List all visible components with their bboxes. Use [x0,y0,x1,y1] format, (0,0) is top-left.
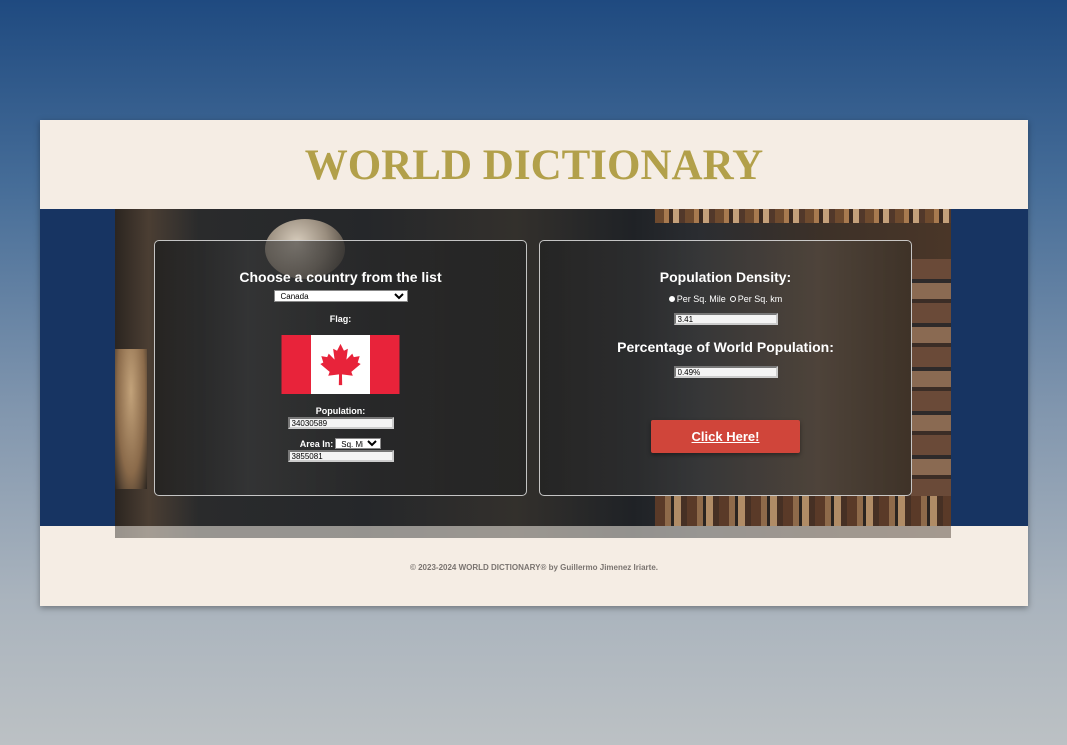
country-select[interactable]: Canada [273,290,408,302]
density-field[interactable] [673,313,778,325]
percentage-heading: Percentage of World Population: [617,339,834,355]
density-heading: Population Density: [659,269,792,285]
radio-checked-icon [668,296,675,302]
bust-decoration [115,349,147,489]
copyright-text: © 2023-2024 WORLD DICTIONARY® by Guiller… [409,563,658,572]
light-strip [115,526,951,538]
books-decoration-bottom [655,496,951,526]
radio-per-sq-mile-label: Per Sq. Mile [676,294,726,304]
content-band: Choose a country from the list Canada Fl… [40,209,1028,538]
area-label: Area In: [299,438,334,449]
population-label: Population: [315,406,366,416]
flag-label: Flag: [329,314,352,324]
radio-per-sq-km-label: Per Sq. km [737,294,783,304]
radio-unchecked-icon [729,296,736,302]
canada-flag-icon [281,335,400,394]
country-panel: Choose a country from the list Canada Fl… [154,240,527,496]
density-unit-radios: Per Sq. Mile Per Sq. km [540,294,911,304]
stats-panel: Population Density: Per Sq. Mile Per Sq.… [539,240,912,496]
percentage-field[interactable] [673,366,778,378]
area-field[interactable] [287,450,394,462]
country-heading: Choose a country from the list [239,269,442,285]
click-here-button[interactable]: Click Here! [651,420,800,453]
area-unit-select[interactable]: Sq. Miles [335,438,382,449]
radio-per-sq-mile[interactable]: Per Sq. Mile [668,294,726,304]
radio-per-sq-km[interactable]: Per Sq. km [729,294,783,304]
footer: © 2023-2024 WORLD DICTIONARY® by Guiller… [40,526,1028,606]
area-row: Area In: Sq. Miles [155,438,526,449]
books-decoration [911,259,951,499]
shelf-decoration [655,209,951,223]
page-container: WORLD DICTIONARY Choose a country from t… [40,120,1028,606]
site-title: WORLD DICTIONARY [304,142,764,189]
header: WORLD DICTIONARY [40,120,1028,209]
population-field[interactable] [287,417,394,429]
